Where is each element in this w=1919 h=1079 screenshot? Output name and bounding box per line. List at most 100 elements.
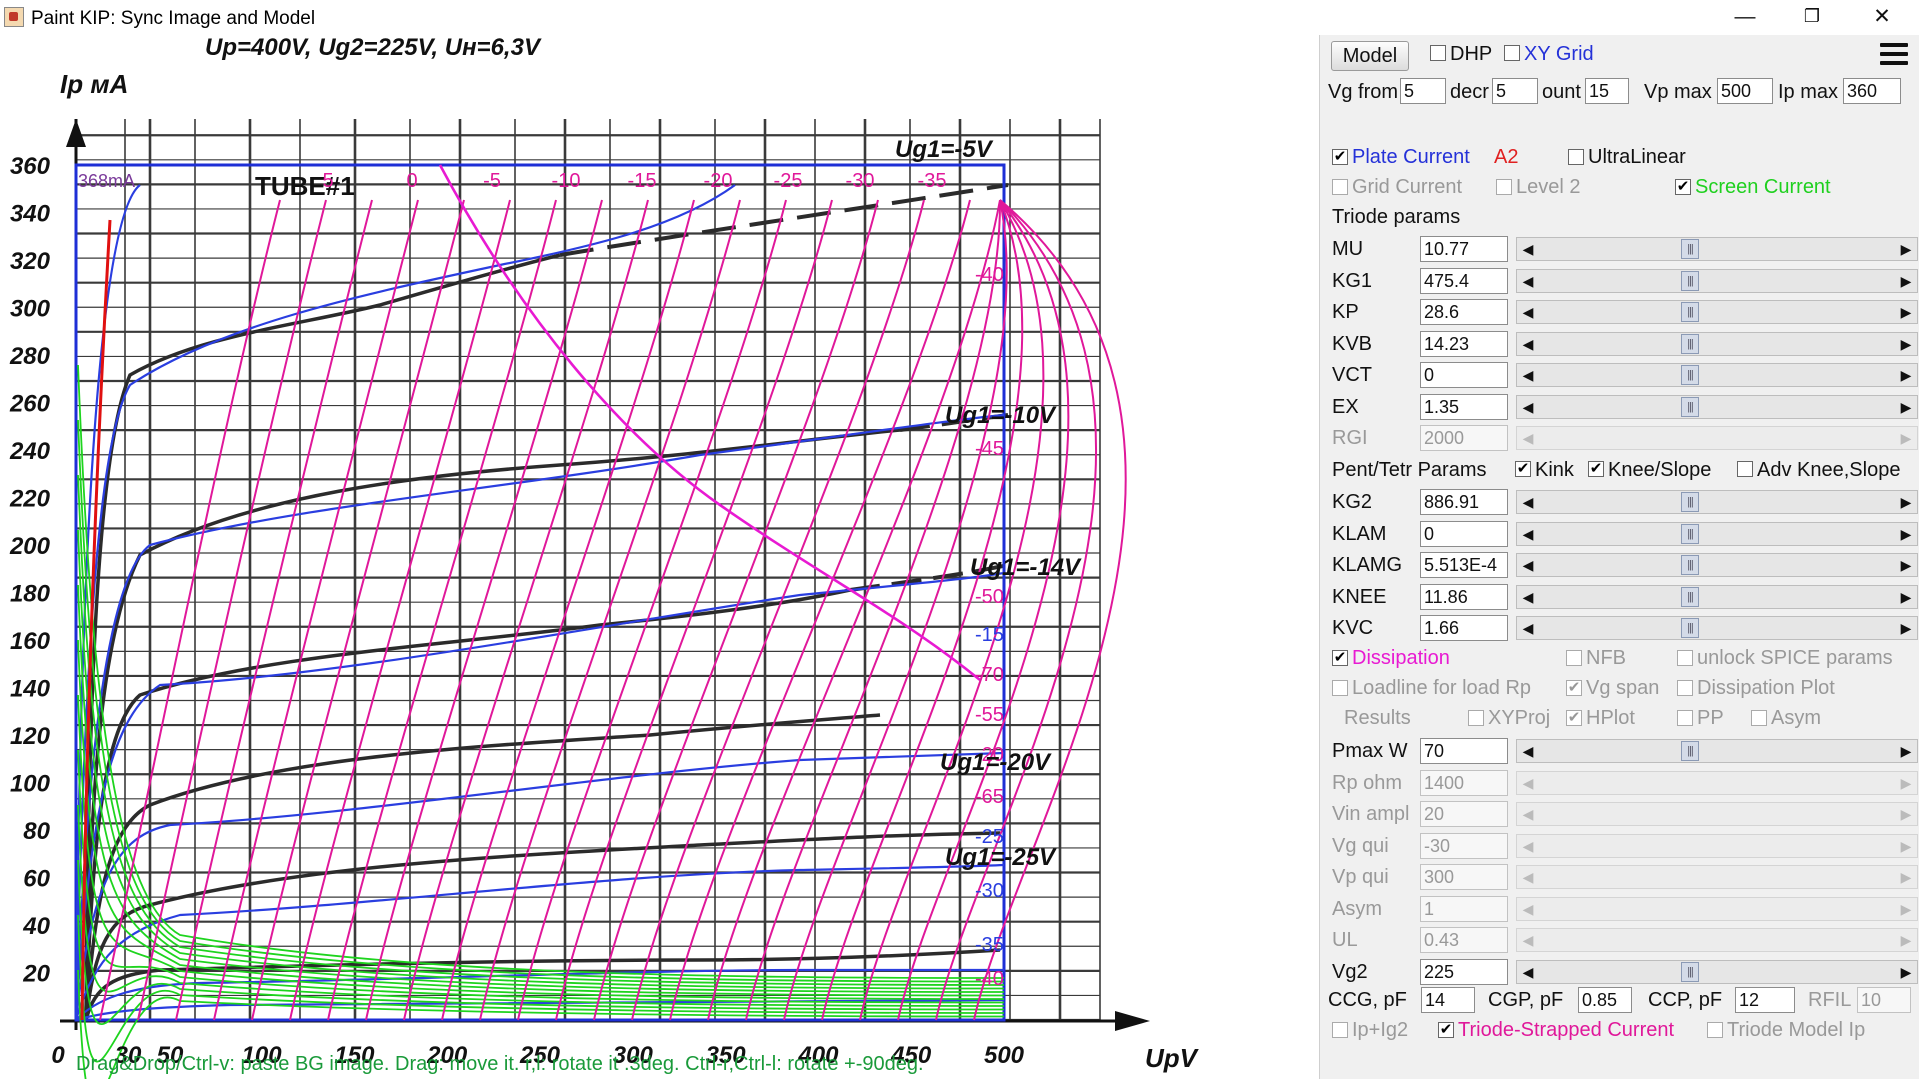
xy-grid-checkbox[interactable]: [1504, 45, 1520, 61]
param-slider-rp-ohm[interactable]: ◀ ▶: [1516, 770, 1918, 795]
knee-slope-checkbox[interactable]: ✔: [1588, 461, 1604, 477]
hplot-checkbox[interactable]: ✔: [1566, 710, 1582, 726]
scroll-right-arrow-icon[interactable]: ▶: [1895, 301, 1917, 323]
scroll-left-arrow-icon[interactable]: ◀: [1517, 803, 1539, 825]
param-slider-vct[interactable]: ◀ ||| ▶: [1516, 363, 1918, 387]
scroll-left-arrow-icon[interactable]: ◀: [1517, 554, 1539, 576]
cgp-input[interactable]: 0.85: [1578, 987, 1632, 1013]
param-input-knee[interactable]: 11.86: [1420, 583, 1508, 610]
param-slider-vp-qui[interactable]: ◀ ▶: [1516, 865, 1918, 889]
pp-checkbox[interactable]: [1677, 710, 1693, 726]
param-input-kp[interactable]: 28.6: [1420, 299, 1508, 325]
unlock-spice-checkbox[interactable]: [1677, 650, 1693, 666]
plot-canvas[interactable]: 20 40 60 80 100 120 140 160 180 200 220 240 260 280 30…: [0, 35, 1319, 1079]
param-slider-mu[interactable]: ◀ ||| ▶: [1516, 237, 1918, 261]
scroll-right-arrow-icon[interactable]: ▶: [1895, 835, 1917, 857]
ccg-input[interactable]: 14: [1421, 987, 1475, 1013]
param-slider-vg2[interactable]: ◀ ||| ▶: [1516, 959, 1918, 984]
asym-checkbox[interactable]: [1751, 710, 1767, 726]
slider-thumb[interactable]: |||: [1681, 555, 1699, 575]
scroll-left-arrow-icon[interactable]: ◀: [1517, 617, 1539, 639]
slider-thumb[interactable]: |||: [1681, 741, 1699, 761]
param-slider-vg-qui[interactable]: ◀ ▶: [1516, 833, 1918, 858]
xyproj-checkbox[interactable]: [1468, 710, 1484, 726]
restore-button[interactable]: ❐: [1783, 0, 1841, 34]
param-input-kvc[interactable]: 1.66: [1420, 615, 1508, 641]
slider-thumb[interactable]: |||: [1681, 270, 1699, 291]
scroll-right-arrow-icon[interactable]: ▶: [1895, 866, 1917, 888]
scroll-right-arrow-icon[interactable]: ▶: [1895, 772, 1917, 794]
close-button[interactable]: ✕: [1853, 0, 1911, 34]
param-slider-asym[interactable]: ◀ ▶: [1516, 896, 1918, 921]
scroll-left-arrow-icon[interactable]: ◀: [1517, 364, 1539, 386]
scroll-left-arrow-icon[interactable]: ◀: [1517, 270, 1539, 292]
vp-max-input[interactable]: 500: [1717, 78, 1773, 104]
param-slider-klam[interactable]: ◀ ||| ▶: [1516, 521, 1918, 546]
slider-thumb[interactable]: |||: [1681, 239, 1699, 259]
param-input-kg1[interactable]: 475.4: [1420, 267, 1508, 294]
plate-current-checkbox[interactable]: ✔: [1332, 149, 1348, 165]
slider-thumb[interactable]: |||: [1681, 333, 1699, 354]
triode-strapped-checkbox[interactable]: ✔: [1438, 1022, 1454, 1038]
slider-thumb[interactable]: |||: [1681, 492, 1699, 512]
scroll-right-arrow-icon[interactable]: ▶: [1895, 396, 1917, 418]
param-input-rp-ohm[interactable]: 1400: [1420, 769, 1508, 796]
scroll-left-arrow-icon[interactable]: ◀: [1517, 586, 1539, 608]
param-input-vin-ampl[interactable]: 20: [1420, 801, 1508, 827]
slider-thumb[interactable]: |||: [1681, 586, 1699, 607]
model-button[interactable]: Model: [1331, 41, 1409, 71]
param-input-vg-qui[interactable]: -30: [1420, 832, 1508, 859]
param-slider-kg1[interactable]: ◀ ||| ▶: [1516, 268, 1918, 293]
slider-thumb[interactable]: |||: [1681, 961, 1699, 982]
scroll-right-arrow-icon[interactable]: ▶: [1895, 803, 1917, 825]
scroll-right-arrow-icon[interactable]: ▶: [1895, 427, 1917, 449]
scroll-right-arrow-icon[interactable]: ▶: [1895, 270, 1917, 292]
vg-from-input[interactable]: 5: [1400, 78, 1446, 104]
loadline-checkbox[interactable]: [1332, 680, 1348, 696]
scroll-left-arrow-icon[interactable]: ◀: [1517, 772, 1539, 794]
scroll-right-arrow-icon[interactable]: ▶: [1895, 586, 1917, 608]
param-input-vg2[interactable]: 225: [1420, 958, 1508, 985]
triode-model-ip-checkbox[interactable]: [1707, 1022, 1723, 1038]
param-input-vp-qui[interactable]: 300: [1420, 864, 1508, 890]
minimize-button[interactable]: —: [1716, 0, 1774, 34]
dissipation-plot-checkbox[interactable]: [1677, 680, 1693, 696]
param-input-kvb[interactable]: 14.23: [1420, 330, 1508, 357]
scroll-left-arrow-icon[interactable]: ◀: [1517, 427, 1539, 449]
param-input-vct[interactable]: 0: [1420, 362, 1508, 388]
scroll-left-arrow-icon[interactable]: ◀: [1517, 740, 1539, 762]
scroll-left-arrow-icon[interactable]: ◀: [1517, 333, 1539, 355]
scroll-left-arrow-icon[interactable]: ◀: [1517, 835, 1539, 857]
param-input-kg2[interactable]: 886.91: [1420, 489, 1508, 515]
characteristic-plot[interactable]: 20 40 60 80 100 120 140 160 180 200 220 240 260 280 30…: [0, 35, 1319, 1079]
scroll-right-arrow-icon[interactable]: ▶: [1895, 617, 1917, 639]
vg-span-checkbox[interactable]: ✔: [1566, 680, 1582, 696]
param-slider-kvc[interactable]: ◀ ||| ▶: [1516, 616, 1918, 640]
param-input-mu[interactable]: 10.77: [1420, 236, 1508, 262]
nfb-checkbox[interactable]: [1566, 650, 1582, 666]
slider-thumb[interactable]: |||: [1681, 396, 1699, 417]
scroll-left-arrow-icon[interactable]: ◀: [1517, 238, 1539, 260]
param-slider-kp[interactable]: ◀ ||| ▶: [1516, 300, 1918, 324]
scroll-left-arrow-icon[interactable]: ◀: [1517, 866, 1539, 888]
scroll-left-arrow-icon[interactable]: ◀: [1517, 929, 1539, 951]
param-input-klamg[interactable]: 5.513E-4: [1420, 552, 1508, 578]
scroll-right-arrow-icon[interactable]: ▶: [1895, 333, 1917, 355]
scroll-right-arrow-icon[interactable]: ▶: [1895, 238, 1917, 260]
decr-input[interactable]: 5: [1492, 78, 1538, 104]
scroll-right-arrow-icon[interactable]: ▶: [1895, 740, 1917, 762]
slider-thumb[interactable]: |||: [1681, 365, 1699, 385]
param-slider-kvb[interactable]: ◀ ||| ▶: [1516, 331, 1918, 356]
scroll-left-arrow-icon[interactable]: ◀: [1517, 898, 1539, 920]
param-input-asym[interactable]: 1: [1420, 895, 1508, 922]
screen-current-checkbox[interactable]: ✔: [1675, 179, 1691, 195]
menu-icon[interactable]: [1880, 43, 1908, 69]
param-input-pmax-w[interactable]: 70: [1420, 738, 1508, 764]
param-input-ul[interactable]: 0.43: [1420, 927, 1508, 953]
scroll-right-arrow-icon[interactable]: ▶: [1895, 491, 1917, 513]
param-slider-klamg[interactable]: ◀ ||| ▶: [1516, 553, 1918, 577]
scroll-left-arrow-icon[interactable]: ◀: [1517, 961, 1539, 983]
param-slider-rgi[interactable]: ◀ ▶: [1516, 426, 1918, 450]
scroll-left-arrow-icon[interactable]: ◀: [1517, 301, 1539, 323]
slider-thumb[interactable]: |||: [1681, 523, 1699, 544]
